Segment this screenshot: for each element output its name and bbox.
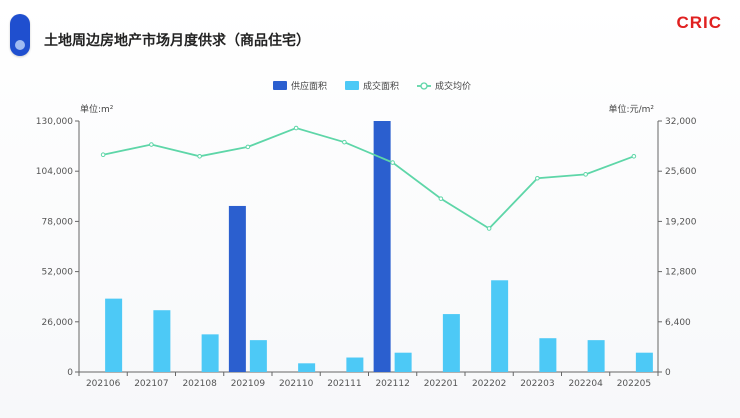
avg-price-line — [102, 127, 635, 230]
bar-deal-202202 — [491, 280, 509, 372]
legend-label-2: 成交均价 — [435, 80, 471, 92]
avg-price-point-202112 — [390, 160, 395, 165]
legend-label-0: 供应面积 — [291, 80, 327, 92]
right-tick-label: 32,000 — [665, 117, 697, 127]
avg-price-point-202108 — [197, 153, 202, 159]
x-tick-label: 202111 — [327, 379, 361, 389]
bar-deal-202112 — [394, 352, 412, 372]
right-tick-label: 12,800 — [665, 268, 697, 278]
left-tick-label: 130,000 — [36, 117, 73, 127]
legend-swatch-0 — [273, 81, 287, 90]
x-tick-label: 202203 — [520, 379, 554, 389]
x-tick-label: 202109 — [231, 379, 266, 389]
x-tick-label: 202205 — [617, 379, 651, 389]
avg-price-point-202201 — [438, 196, 444, 201]
legend-marker-2 — [420, 82, 428, 90]
avg-price-point-202204 — [583, 172, 588, 177]
bar-deal-202110 — [298, 363, 316, 372]
chart-canvas: 0 26,000 52,000 78,000 104,000 130,000 0 6,400 1… — [36, 80, 697, 389]
x-tick-label: 202108 — [182, 379, 217, 389]
left-tick-label: 78,000 — [42, 217, 74, 227]
avg-price-point-202111 — [342, 139, 347, 145]
x-tick-label: 202112 — [375, 379, 409, 389]
legend-swatch-1 — [345, 81, 359, 90]
legend-label-1: 成交面积 — [363, 80, 399, 92]
bar-deal-202111 — [346, 357, 364, 372]
avg-price-point-202205 — [631, 153, 637, 159]
right-tick-label: 25,600 — [665, 167, 697, 177]
bar-deal-202204 — [587, 340, 605, 372]
left-tick-label: 0 — [67, 368, 73, 378]
left-tick-label: 104,000 — [36, 167, 73, 177]
bar-deal-202205 — [635, 352, 653, 372]
avg-price-point-202107 — [149, 142, 154, 147]
left-tick-label: 52,000 — [42, 268, 74, 278]
bar-supply-202109 — [228, 205, 246, 372]
bar-deal-202203 — [539, 338, 557, 372]
bar-deal-202201 — [442, 314, 460, 372]
x-tick-label: 202106 — [86, 379, 121, 389]
bar-deal-202107 — [153, 310, 171, 372]
avg-price-point-202109 — [245, 144, 251, 150]
avg-price-point-202203 — [535, 175, 540, 181]
x-tick-label: 202201 — [424, 379, 458, 389]
x-tick-label: 202204 — [568, 379, 603, 389]
avg-price-point-202202 — [486, 226, 492, 231]
bar-deal-202108 — [201, 334, 219, 372]
right-tick-label: 19,200 — [665, 217, 697, 227]
bar-deal-202106 — [105, 298, 123, 372]
right-tick-label: 0 — [665, 368, 671, 378]
right-tick-label: 6,400 — [665, 318, 691, 328]
bar-deal-202109 — [249, 340, 267, 372]
x-tick-label: 202110 — [279, 379, 314, 389]
avg-price-point-202110 — [293, 125, 299, 131]
avg-price-point-202106 — [100, 152, 106, 158]
x-tick-label: 202107 — [134, 379, 168, 389]
x-tick-label: 202202 — [472, 379, 506, 389]
left-tick-label: 26,000 — [42, 318, 74, 328]
